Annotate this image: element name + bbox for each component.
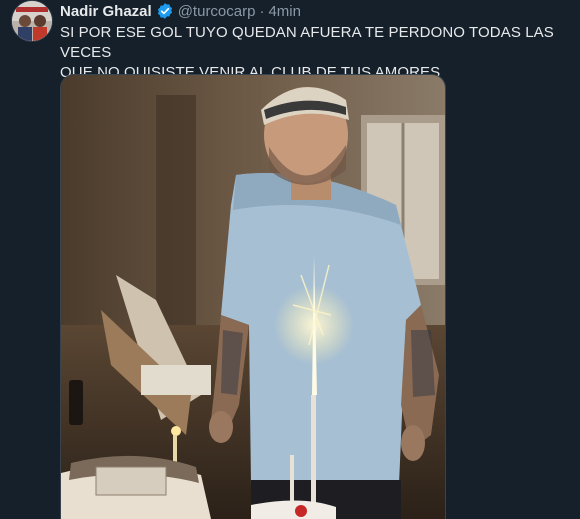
avatar-photo-icon (12, 1, 52, 41)
header-separator: · (259, 2, 265, 20)
tweet-media-photo[interactable] (60, 74, 446, 519)
verified-badge-icon (157, 3, 172, 19)
tweet[interactable]: Nadir Ghazal @turcocarp · 4min SI POR ES… (0, 0, 580, 519)
author-display-name[interactable]: Nadir Ghazal (60, 3, 152, 20)
photo-man-with-birthday-cake-icon (61, 75, 445, 519)
tweet-header: Nadir Ghazal @turcocarp · 4min (60, 1, 301, 21)
author-avatar[interactable] (11, 0, 53, 42)
tweet-text-line: SI POR ESE GOL TUYO QUEDAN AFUERA TE PER… (60, 24, 554, 61)
tweet-timestamp[interactable]: 4min (268, 3, 301, 20)
author-handle[interactable]: @turcocarp (178, 3, 256, 20)
